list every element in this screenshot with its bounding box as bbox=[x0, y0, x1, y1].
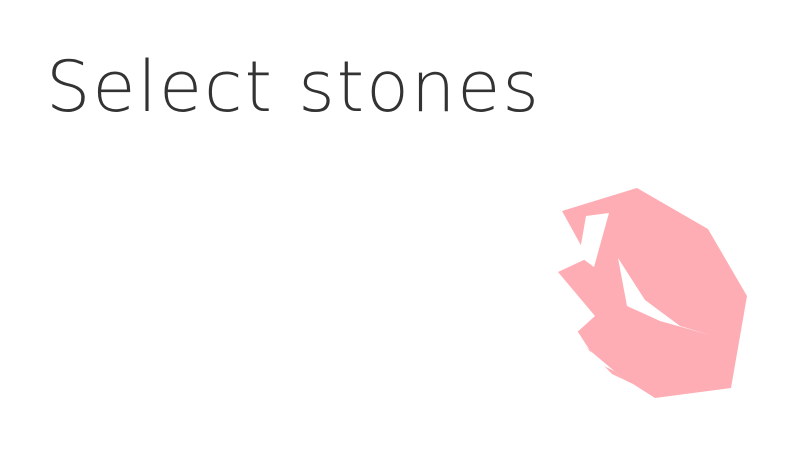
page-title: Select stones bbox=[46, 46, 541, 128]
pink-stone[interactable] bbox=[550, 188, 750, 400]
stone-selection-screen: Select stones bbox=[0, 0, 800, 450]
pink-gemstone-icon bbox=[550, 188, 747, 398]
